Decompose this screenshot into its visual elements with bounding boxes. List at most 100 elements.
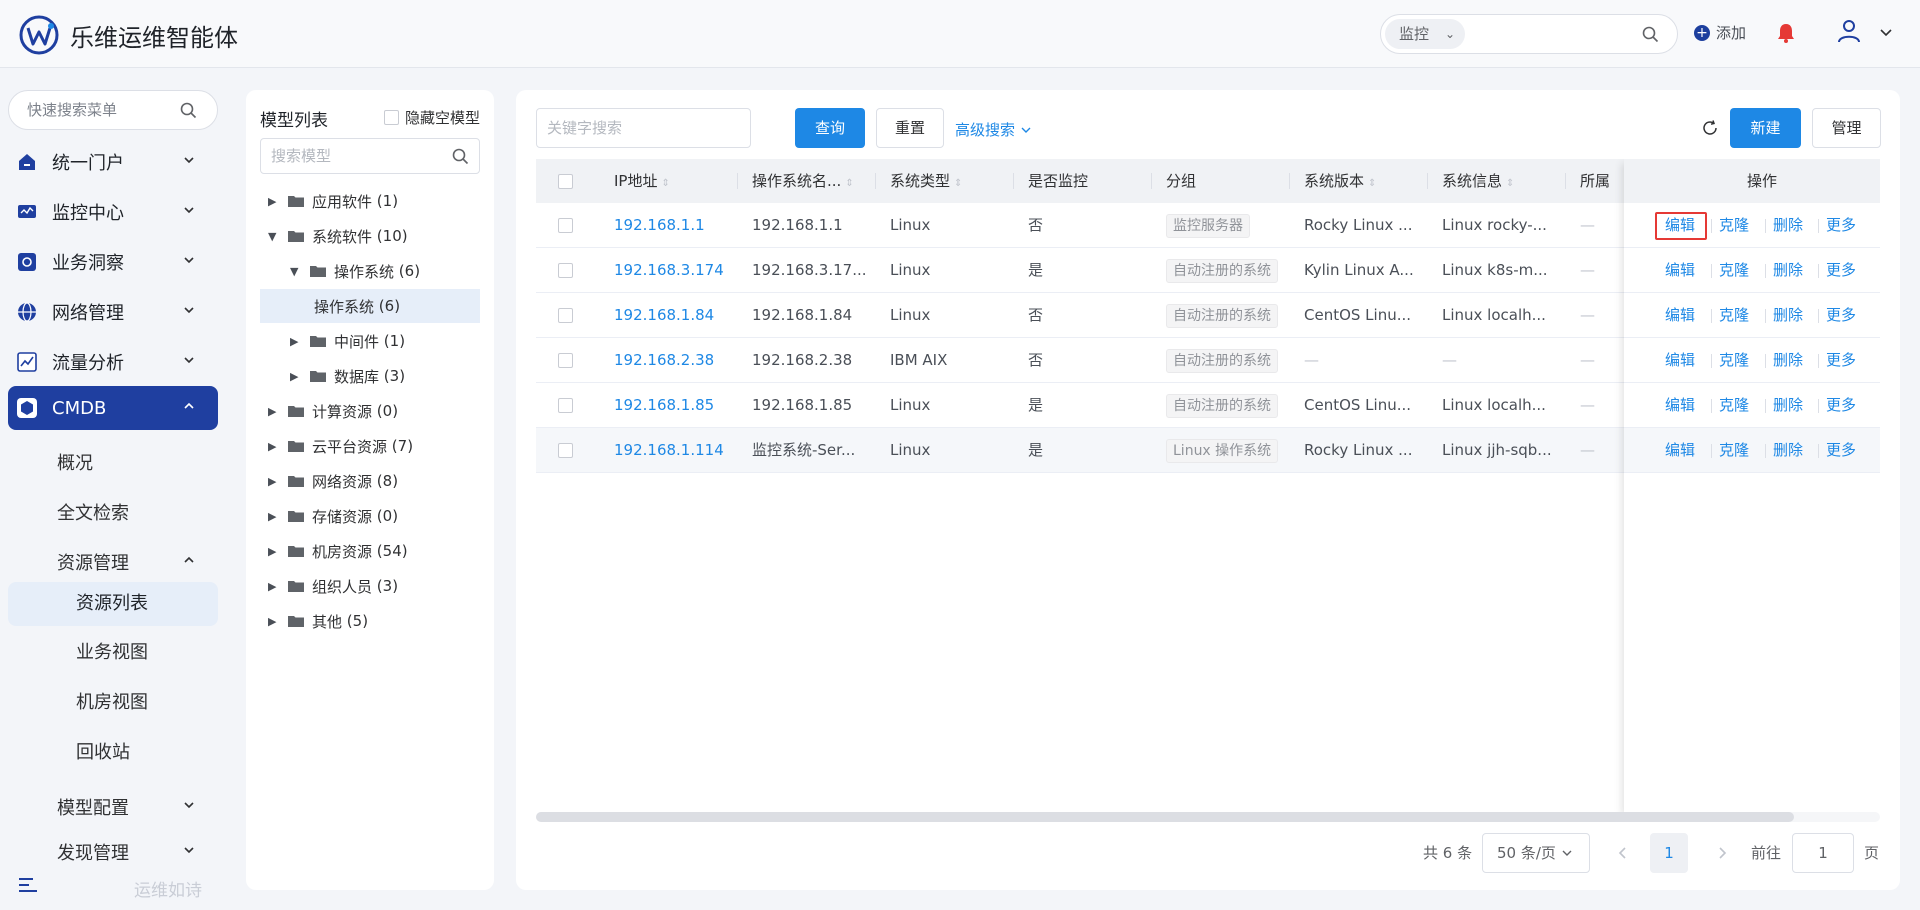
tree-node-middleware[interactable]: ▶ 中间件 (1) <box>290 324 405 358</box>
column-header-ip[interactable]: IP地址 ⇕ <box>600 159 670 203</box>
row-checkbox[interactable] <box>558 398 573 413</box>
page-button-current[interactable]: 1 <box>1650 833 1688 873</box>
column-header-os-name[interactable]: 操作系统名... ⇕ <box>738 159 854 203</box>
ip-link[interactable]: 192.168.1.84 <box>600 293 737 338</box>
page-size-select[interactable]: 50 条/页 <box>1482 833 1590 873</box>
caret-right-icon[interactable]: ▶ <box>268 195 280 208</box>
edit-link[interactable]: 编辑 <box>1665 293 1695 338</box>
sidebar-item-network[interactable]: 网络管理 <box>8 290 218 334</box>
column-header-owner[interactable]: 所属 <box>1566 159 1610 203</box>
tree-node-storage[interactable]: ▶ 存储资源 (0) <box>268 499 398 533</box>
sidebar-item-resource-list[interactable]: 资源列表 <box>8 582 218 626</box>
caret-right-icon[interactable]: ▶ <box>290 370 302 383</box>
more-link[interactable]: 更多 <box>1826 248 1856 293</box>
reset-button[interactable]: 重置 <box>876 108 944 148</box>
column-header-system-type[interactable]: 系统类型 ⇕ <box>876 159 962 203</box>
clone-link[interactable]: 克隆 <box>1719 338 1749 383</box>
row-checkbox[interactable] <box>558 308 573 323</box>
caret-right-icon[interactable]: ▶ <box>290 335 302 348</box>
caret-right-icon[interactable]: ▶ <box>268 440 280 453</box>
goto-page-input[interactable]: 1 <box>1792 833 1854 873</box>
row-checkbox[interactable] <box>558 443 573 458</box>
sidebar-item-room-view[interactable]: 机房视图 <box>8 681 218 725</box>
more-link[interactable]: 更多 <box>1826 293 1856 338</box>
clone-link[interactable]: 克隆 <box>1719 248 1749 293</box>
menu-collapse-icon[interactable] <box>18 876 38 894</box>
sidebar-item-overview[interactable]: 概况 <box>57 449 93 475</box>
edit-link[interactable]: 编辑 <box>1665 248 1695 293</box>
sidebar-item-recycle-bin[interactable]: 回收站 <box>8 731 218 775</box>
row-checkbox[interactable] <box>558 353 573 368</box>
sort-icon[interactable]: ⇕ <box>661 178 669 189</box>
manage-button[interactable]: 管理 <box>1812 108 1881 148</box>
sidebar-item-portal[interactable]: 统一门户 <box>8 140 218 184</box>
sidebar-item-resource-management[interactable]: 资源管理 <box>57 549 207 575</box>
tree-node-os-group[interactable]: ▼ 操作系统 (6) <box>290 254 420 288</box>
chevron-down-icon[interactable] <box>1878 24 1894 40</box>
tree-node-app-software[interactable]: ▶ 应用软件 (1) <box>268 184 398 218</box>
tree-node-system-software[interactable]: ▼ 系统软件 (10) <box>268 219 408 253</box>
search-scope-select[interactable]: 监控 ⌄ <box>1385 19 1465 49</box>
caret-right-icon[interactable]: ▶ <box>268 475 280 488</box>
next-page-icon[interactable] <box>1716 846 1728 860</box>
more-link[interactable]: 更多 <box>1826 338 1856 383</box>
caret-right-icon[interactable]: ▶ <box>268 545 280 558</box>
delete-link[interactable]: 删除 <box>1773 203 1803 248</box>
ip-link[interactable]: 192.168.1.85 <box>600 383 737 428</box>
edit-link[interactable]: 编辑 <box>1665 338 1695 383</box>
tree-node-room[interactable]: ▶ 机房资源 (54) <box>268 534 408 568</box>
new-button[interactable]: 新建 <box>1730 108 1801 148</box>
delete-link[interactable]: 删除 <box>1773 293 1803 338</box>
caret-right-icon[interactable]: ▶ <box>268 510 280 523</box>
edit-link[interactable]: 编辑 <box>1665 203 1695 248</box>
tree-node-network[interactable]: ▶ 网络资源 (8) <box>268 464 398 498</box>
ip-link[interactable]: 192.168.1.114 <box>600 428 737 473</box>
clone-link[interactable]: 克隆 <box>1719 203 1749 248</box>
column-header-monitored[interactable]: 是否监控 <box>1014 159 1088 203</box>
sort-icon[interactable]: ⇕ <box>1506 178 1514 189</box>
clone-link[interactable]: 克隆 <box>1719 293 1749 338</box>
more-link[interactable]: 更多 <box>1826 203 1856 248</box>
model-search-input[interactable]: 搜索模型 <box>260 138 480 174</box>
caret-right-icon[interactable]: ▶ <box>268 615 280 628</box>
ip-link[interactable]: 192.168.2.38 <box>600 338 737 383</box>
column-header-group[interactable]: 分组 <box>1152 159 1196 203</box>
query-button[interactable]: 查询 <box>795 108 865 148</box>
hide-empty-models-checkbox[interactable]: 隐藏空模型 <box>384 107 480 128</box>
prev-page-icon[interactable] <box>1617 846 1629 860</box>
row-checkbox[interactable] <box>558 263 573 278</box>
delete-link[interactable]: 删除 <box>1773 428 1803 473</box>
caret-down-icon[interactable]: ▼ <box>268 230 280 243</box>
tree-node-other[interactable]: ▶ 其他 (5) <box>268 604 368 638</box>
tree-node-org[interactable]: ▶ 组织人员 (3) <box>268 569 398 603</box>
horizontal-scrollbar[interactable] <box>536 812 1880 822</box>
add-button[interactable]: + 添加 <box>1694 22 1746 43</box>
sort-icon[interactable]: ⇕ <box>1368 178 1376 189</box>
sidebar-item-model-config[interactable]: 模型配置 <box>57 794 207 820</box>
delete-link[interactable]: 删除 <box>1773 248 1803 293</box>
row-checkbox[interactable] <box>558 218 573 233</box>
refresh-icon[interactable] <box>1701 119 1719 137</box>
clone-link[interactable]: 克隆 <box>1719 383 1749 428</box>
edit-link[interactable]: 编辑 <box>1665 383 1695 428</box>
advanced-search-link[interactable]: 高级搜索 <box>955 119 1032 140</box>
caret-right-icon[interactable]: ▶ <box>268 580 280 593</box>
tree-node-cloud[interactable]: ▶ 云平台资源 (7) <box>268 429 413 463</box>
search-icon[interactable] <box>180 102 197 119</box>
caret-down-icon[interactable]: ▼ <box>290 265 302 278</box>
sidebar-item-insight[interactable]: 业务洞察 <box>8 240 218 284</box>
caret-right-icon[interactable]: ▶ <box>268 405 280 418</box>
tree-node-database[interactable]: ▶ 数据库 (3) <box>290 359 405 393</box>
ip-link[interactable]: 192.168.3.174 <box>600 248 737 293</box>
sort-icon[interactable]: ⇕ <box>954 178 962 189</box>
global-search[interactable]: 监控 ⌄ <box>1380 14 1678 54</box>
more-link[interactable]: 更多 <box>1826 383 1856 428</box>
clone-link[interactable]: 克隆 <box>1719 428 1749 473</box>
scrollbar-thumb[interactable] <box>536 812 1794 822</box>
sidebar-item-business-view[interactable]: 业务视图 <box>8 631 218 675</box>
search-icon[interactable] <box>1642 26 1659 43</box>
ip-link[interactable]: 192.168.1.1 <box>600 203 737 248</box>
checkbox[interactable] <box>384 110 399 125</box>
menu-search-input[interactable]: 快速搜索菜单 <box>8 90 218 130</box>
user-avatar-icon[interactable] <box>1836 18 1862 44</box>
